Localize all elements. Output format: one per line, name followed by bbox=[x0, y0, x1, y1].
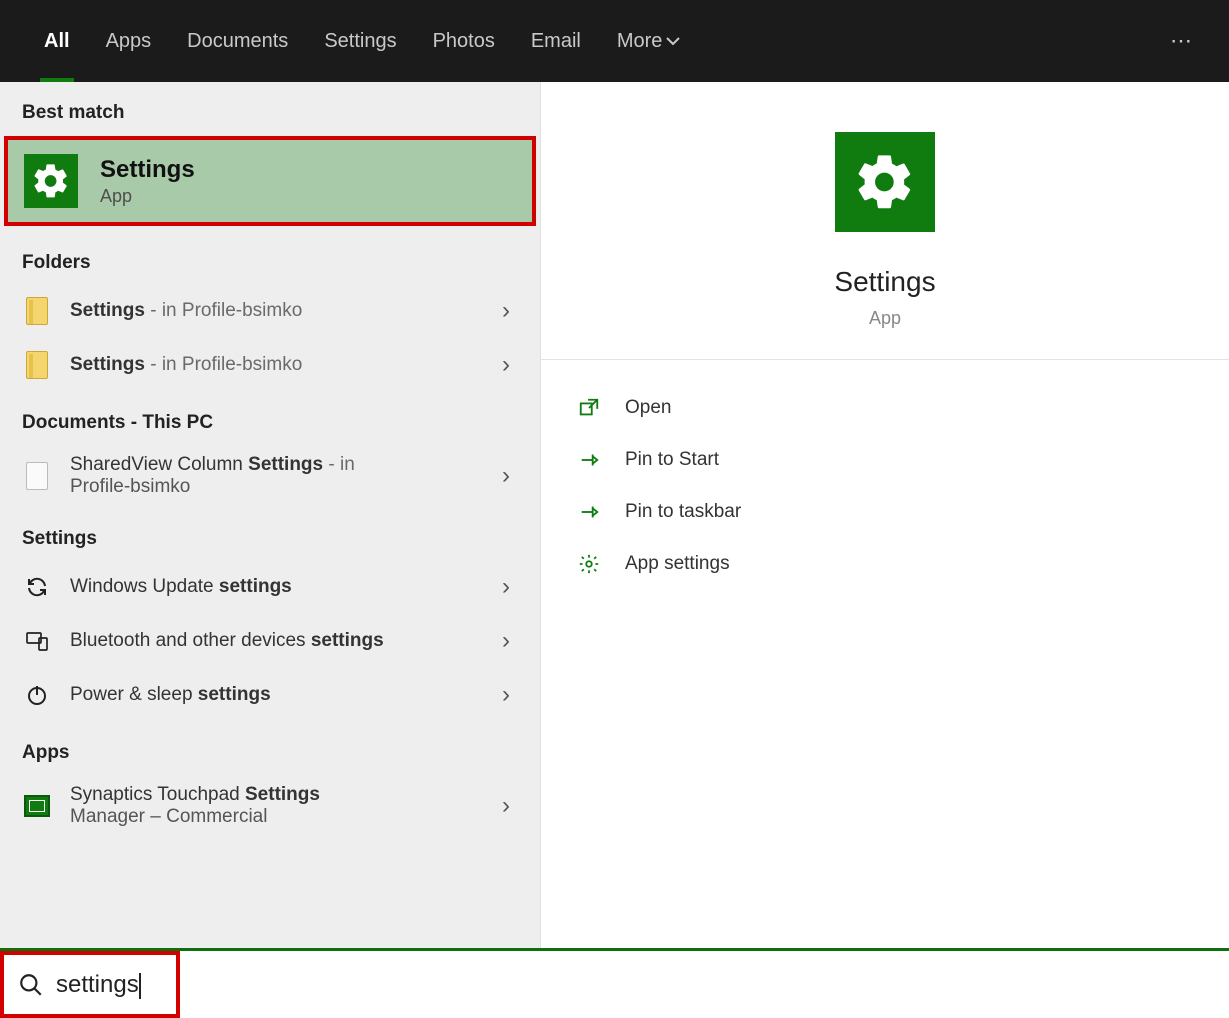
best-match-result[interactable]: Settings App bbox=[8, 140, 532, 222]
tab-photos[interactable]: Photos bbox=[415, 0, 513, 82]
best-match-subtitle: App bbox=[100, 186, 195, 207]
chevron-right-icon[interactable]: › bbox=[494, 462, 518, 490]
preview-subtitle: App bbox=[869, 308, 901, 329]
app-bold: Settings bbox=[245, 784, 320, 805]
folder-name: Settings bbox=[70, 354, 145, 375]
folder-location: - in Profile-bsimko bbox=[145, 354, 302, 375]
section-header-settings: Settings bbox=[0, 508, 540, 560]
document-prefix: SharedView Column bbox=[70, 454, 248, 475]
folder-name: Settings bbox=[70, 300, 145, 321]
tab-email[interactable]: Email bbox=[513, 0, 599, 82]
folder-result[interactable]: Settings - in Profile-bsimko › bbox=[0, 338, 540, 392]
action-pin-start[interactable]: Pin to Start bbox=[575, 434, 1195, 486]
tab-settings[interactable]: Settings bbox=[306, 0, 414, 82]
chevron-right-icon[interactable]: › bbox=[494, 573, 518, 601]
gear-icon bbox=[24, 154, 78, 208]
tab-more-label: More bbox=[617, 30, 663, 53]
action-pin-taskbar[interactable]: Pin to taskbar bbox=[575, 486, 1195, 538]
action-pin-taskbar-label: Pin to taskbar bbox=[625, 501, 741, 523]
tab-apps[interactable]: Apps bbox=[88, 0, 170, 82]
app-line2: Manager – Commercial bbox=[70, 806, 494, 828]
settings-result[interactable]: Bluetooth and other devices settings › bbox=[0, 614, 540, 668]
power-icon bbox=[22, 680, 52, 710]
folder-location: - in Profile-bsimko bbox=[145, 300, 302, 321]
document-suffix: - in bbox=[323, 454, 355, 475]
tab-more[interactable]: More bbox=[599, 0, 699, 82]
settings-bold: settings bbox=[311, 630, 384, 651]
search-input[interactable]: settings bbox=[56, 971, 139, 999]
chevron-down-icon bbox=[666, 36, 680, 46]
preview-panel: Settings App Open Pin to Start Pin to bbox=[540, 82, 1229, 948]
app-result[interactable]: Synaptics Touchpad Settings Manager – Co… bbox=[0, 774, 540, 838]
refresh-icon bbox=[22, 572, 52, 602]
preview-title: Settings bbox=[834, 266, 935, 298]
search-bar: settings bbox=[0, 948, 1229, 1018]
settings-bold: settings bbox=[198, 684, 271, 705]
chevron-right-icon[interactable]: › bbox=[494, 627, 518, 655]
overflow-menu-button[interactable]: ⋯ bbox=[1162, 28, 1203, 54]
pin-icon bbox=[575, 446, 603, 474]
action-open[interactable]: Open bbox=[575, 382, 1195, 434]
settings-prefix: Power & sleep bbox=[70, 684, 198, 705]
settings-result[interactable]: Windows Update settings › bbox=[0, 560, 540, 614]
open-icon bbox=[575, 394, 603, 422]
document-result[interactable]: SharedView Column Settings - in Profile-… bbox=[0, 444, 540, 508]
settings-prefix: Windows Update bbox=[70, 576, 219, 597]
best-match-title: Settings bbox=[100, 156, 195, 184]
document-bold: Settings bbox=[248, 454, 323, 475]
pin-icon bbox=[575, 498, 603, 526]
devices-icon bbox=[22, 626, 52, 656]
action-list: Open Pin to Start Pin to taskbar App set… bbox=[541, 360, 1229, 612]
search-icon bbox=[18, 972, 44, 998]
tab-documents[interactable]: Documents bbox=[169, 0, 306, 82]
filter-tabbar: All Apps Documents Settings Photos Email… bbox=[0, 0, 1229, 82]
section-header-best-match: Best match bbox=[0, 82, 540, 134]
best-match-highlight: Settings App bbox=[4, 136, 536, 226]
results-list: Best match Settings App Folders Settings… bbox=[0, 82, 540, 948]
action-app-settings-label: App settings bbox=[625, 553, 730, 575]
section-header-folders: Folders bbox=[0, 232, 540, 284]
action-pin-start-label: Pin to Start bbox=[625, 449, 719, 471]
chevron-right-icon[interactable]: › bbox=[494, 792, 518, 820]
section-header-documents: Documents - This PC bbox=[0, 392, 540, 444]
search-highlight-box[interactable]: settings bbox=[0, 951, 180, 1018]
settings-result[interactable]: Power & sleep settings › bbox=[0, 668, 540, 722]
touchpad-icon bbox=[22, 791, 52, 821]
chevron-right-icon[interactable]: › bbox=[494, 681, 518, 709]
section-header-apps: Apps bbox=[0, 722, 540, 774]
folder-result[interactable]: Settings - in Profile-bsimko › bbox=[0, 284, 540, 338]
tab-all[interactable]: All bbox=[26, 0, 88, 82]
action-app-settings[interactable]: App settings bbox=[575, 538, 1195, 590]
action-open-label: Open bbox=[625, 397, 671, 419]
chevron-right-icon[interactable]: › bbox=[494, 297, 518, 325]
folder-icon bbox=[22, 350, 52, 380]
gear-icon bbox=[575, 550, 603, 578]
document-icon bbox=[22, 461, 52, 491]
settings-prefix: Bluetooth and other devices bbox=[70, 630, 311, 651]
gear-icon bbox=[835, 132, 935, 232]
chevron-right-icon[interactable]: › bbox=[494, 351, 518, 379]
app-prefix: Synaptics Touchpad bbox=[70, 784, 245, 805]
settings-bold: settings bbox=[219, 576, 292, 597]
document-line2: Profile-bsimko bbox=[70, 476, 494, 498]
folder-icon bbox=[22, 296, 52, 326]
